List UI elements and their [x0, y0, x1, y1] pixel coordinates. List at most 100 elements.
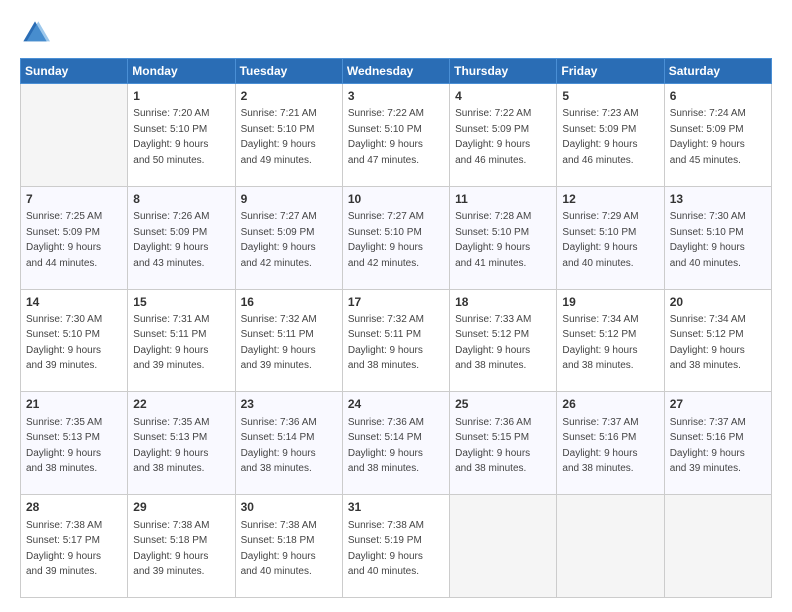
day-info: Sunrise: 7:37 AM Sunset: 5:16 PM Dayligh… [670, 417, 746, 475]
calendar-table: SundayMondayTuesdayWednesdayThursdayFrid… [20, 58, 772, 598]
page: SundayMondayTuesdayWednesdayThursdayFrid… [0, 0, 792, 612]
day-number: 28 [26, 499, 122, 516]
calendar-week-row: 14 Sunrise: 7:30 AM Sunset: 5:10 PM Dayli… [21, 289, 772, 392]
day-number: 31 [348, 499, 444, 516]
day-info: Sunrise: 7:20 AM Sunset: 5:10 PM Dayligh… [133, 108, 209, 166]
day-number: 19 [562, 294, 658, 311]
day-info: Sunrise: 7:35 AM Sunset: 5:13 PM Dayligh… [26, 417, 102, 475]
calendar-day-cell: 27Sunrise: 7:37 AM Sunset: 5:16 PM Dayli… [664, 392, 771, 495]
day-info: Sunrise: 7:32 AM Sunset: 5:11 PM Dayligh… [241, 314, 317, 372]
day-number: 8 [133, 191, 229, 208]
day-info: Sunrise: 7:36 AM Sunset: 5:14 PM Dayligh… [348, 417, 424, 475]
calendar-day-cell: 10 Sunrise: 7:27 AM Sunset: 5:10 PM Dayli… [342, 186, 449, 289]
day-number: 14 [26, 294, 122, 311]
day-info: Sunrise: 7:21 AM Sunset: 5:10 PM Dayligh… [241, 108, 317, 166]
day-info: Sunrise: 7:38 AM Sunset: 5:18 PM Dayligh… [241, 520, 317, 578]
day-info: Sunrise: 7:30 AM Sunset: 5:10 PM Dayligh… [670, 211, 746, 269]
calendar-day-cell: 22 Sunrise: 7:35 AM Sunset: 5:13 PM Dayli… [128, 392, 235, 495]
day-number: 12 [562, 191, 658, 208]
day-number: 30 [241, 499, 337, 516]
calendar-day-cell: 7 Sunrise: 7:25 AM Sunset: 5:09 PM Daylig… [21, 186, 128, 289]
day-number: 9 [241, 191, 337, 208]
calendar-day-cell: 21 Sunrise: 7:35 AM Sunset: 5:13 PM Dayli… [21, 392, 128, 495]
calendar-day-cell [557, 495, 664, 598]
day-number: 25 [455, 396, 551, 413]
calendar-weekday-header: Tuesday [235, 59, 342, 84]
day-number: 2 [241, 88, 337, 105]
calendar-day-cell: 15 Sunrise: 7:31 AM Sunset: 5:11 PM Dayli… [128, 289, 235, 392]
calendar-day-cell [450, 495, 557, 598]
day-info: Sunrise: 7:22 AM Sunset: 5:09 PM Dayligh… [455, 108, 531, 166]
day-info: Sunrise: 7:32 AM Sunset: 5:11 PM Dayligh… [348, 314, 424, 372]
calendar-day-cell: 24 Sunrise: 7:36 AM Sunset: 5:14 PM Dayli… [342, 392, 449, 495]
calendar-day-cell: 26Sunrise: 7:37 AM Sunset: 5:16 PM Dayli… [557, 392, 664, 495]
day-info: Sunrise: 7:38 AM Sunset: 5:17 PM Dayligh… [26, 520, 102, 578]
day-info: Sunrise: 7:23 AM Sunset: 5:09 PM Dayligh… [562, 108, 638, 166]
calendar-week-row: 1 Sunrise: 7:20 AM Sunset: 5:10 PM Daylig… [21, 84, 772, 187]
logo [20, 18, 54, 48]
calendar-week-row: 21 Sunrise: 7:35 AM Sunset: 5:13 PM Dayli… [21, 392, 772, 495]
calendar-day-cell: 17 Sunrise: 7:32 AM Sunset: 5:11 PM Dayli… [342, 289, 449, 392]
calendar-day-cell: 8 Sunrise: 7:26 AM Sunset: 5:09 PM Daylig… [128, 186, 235, 289]
calendar-day-cell: 1 Sunrise: 7:20 AM Sunset: 5:10 PM Daylig… [128, 84, 235, 187]
day-number: 5 [562, 88, 658, 105]
day-number: 20 [670, 294, 766, 311]
calendar-day-cell: 28 Sunrise: 7:38 AM Sunset: 5:17 PM Dayli… [21, 495, 128, 598]
calendar-weekday-header: Friday [557, 59, 664, 84]
day-info: Sunrise: 7:28 AM Sunset: 5:10 PM Dayligh… [455, 211, 531, 269]
day-number: 29 [133, 499, 229, 516]
calendar-day-cell: 11 Sunrise: 7:28 AM Sunset: 5:10 PM Dayli… [450, 186, 557, 289]
calendar-day-cell: 4 Sunrise: 7:22 AM Sunset: 5:09 PM Daylig… [450, 84, 557, 187]
day-number: 26 [562, 396, 658, 413]
day-number: 11 [455, 191, 551, 208]
calendar-day-cell: 16 Sunrise: 7:32 AM Sunset: 5:11 PM Dayli… [235, 289, 342, 392]
calendar-header-row: SundayMondayTuesdayWednesdayThursdayFrid… [21, 59, 772, 84]
day-info: Sunrise: 7:38 AM Sunset: 5:18 PM Dayligh… [133, 520, 209, 578]
calendar-day-cell: 3 Sunrise: 7:22 AM Sunset: 5:10 PM Daylig… [342, 84, 449, 187]
calendar-day-cell: 14 Sunrise: 7:30 AM Sunset: 5:10 PM Dayli… [21, 289, 128, 392]
day-number: 3 [348, 88, 444, 105]
day-info: Sunrise: 7:22 AM Sunset: 5:10 PM Dayligh… [348, 108, 424, 166]
day-number: 21 [26, 396, 122, 413]
calendar-weekday-header: Saturday [664, 59, 771, 84]
calendar-day-cell: 5 Sunrise: 7:23 AM Sunset: 5:09 PM Daylig… [557, 84, 664, 187]
calendar-day-cell: 30 Sunrise: 7:38 AM Sunset: 5:18 PM Dayli… [235, 495, 342, 598]
calendar-weekday-header: Thursday [450, 59, 557, 84]
day-number: 1 [133, 88, 229, 105]
day-info: Sunrise: 7:35 AM Sunset: 5:13 PM Dayligh… [133, 417, 209, 475]
day-info: Sunrise: 7:34 AM Sunset: 5:12 PM Dayligh… [562, 314, 638, 372]
day-info: Sunrise: 7:29 AM Sunset: 5:10 PM Dayligh… [562, 211, 638, 269]
day-number: 16 [241, 294, 337, 311]
day-number: 24 [348, 396, 444, 413]
day-info: Sunrise: 7:38 AM Sunset: 5:19 PM Dayligh… [348, 520, 424, 578]
day-number: 17 [348, 294, 444, 311]
day-info: Sunrise: 7:26 AM Sunset: 5:09 PM Dayligh… [133, 211, 209, 269]
day-info: Sunrise: 7:27 AM Sunset: 5:09 PM Dayligh… [241, 211, 317, 269]
calendar-week-row: 7 Sunrise: 7:25 AM Sunset: 5:09 PM Daylig… [21, 186, 772, 289]
day-info: Sunrise: 7:36 AM Sunset: 5:15 PM Dayligh… [455, 417, 531, 475]
day-info: Sunrise: 7:25 AM Sunset: 5:09 PM Dayligh… [26, 211, 102, 269]
header [20, 18, 772, 48]
calendar-day-cell: 18Sunrise: 7:33 AM Sunset: 5:12 PM Dayli… [450, 289, 557, 392]
day-number: 10 [348, 191, 444, 208]
day-info: Sunrise: 7:27 AM Sunset: 5:10 PM Dayligh… [348, 211, 424, 269]
calendar-day-cell: 31 Sunrise: 7:38 AM Sunset: 5:19 PM Dayli… [342, 495, 449, 598]
calendar-day-cell [21, 84, 128, 187]
calendar-day-cell: 20 Sunrise: 7:34 AM Sunset: 5:12 PM Dayli… [664, 289, 771, 392]
calendar-day-cell: 6Sunrise: 7:24 AM Sunset: 5:09 PM Daylig… [664, 84, 771, 187]
day-number: 15 [133, 294, 229, 311]
day-number: 6 [670, 88, 766, 105]
calendar-weekday-header: Sunday [21, 59, 128, 84]
calendar-day-cell: 29 Sunrise: 7:38 AM Sunset: 5:18 PM Dayli… [128, 495, 235, 598]
day-number: 7 [26, 191, 122, 208]
day-info: Sunrise: 7:33 AM Sunset: 5:12 PM Dayligh… [455, 314, 531, 372]
day-info: Sunrise: 7:34 AM Sunset: 5:12 PM Dayligh… [670, 314, 746, 372]
calendar-day-cell: 9 Sunrise: 7:27 AM Sunset: 5:09 PM Daylig… [235, 186, 342, 289]
calendar-weekday-header: Wednesday [342, 59, 449, 84]
logo-icon [20, 18, 50, 48]
day-number: 22 [133, 396, 229, 413]
calendar-day-cell: 19 Sunrise: 7:34 AM Sunset: 5:12 PM Dayli… [557, 289, 664, 392]
day-info: Sunrise: 7:31 AM Sunset: 5:11 PM Dayligh… [133, 314, 209, 372]
day-number: 4 [455, 88, 551, 105]
day-info: Sunrise: 7:30 AM Sunset: 5:10 PM Dayligh… [26, 314, 102, 372]
